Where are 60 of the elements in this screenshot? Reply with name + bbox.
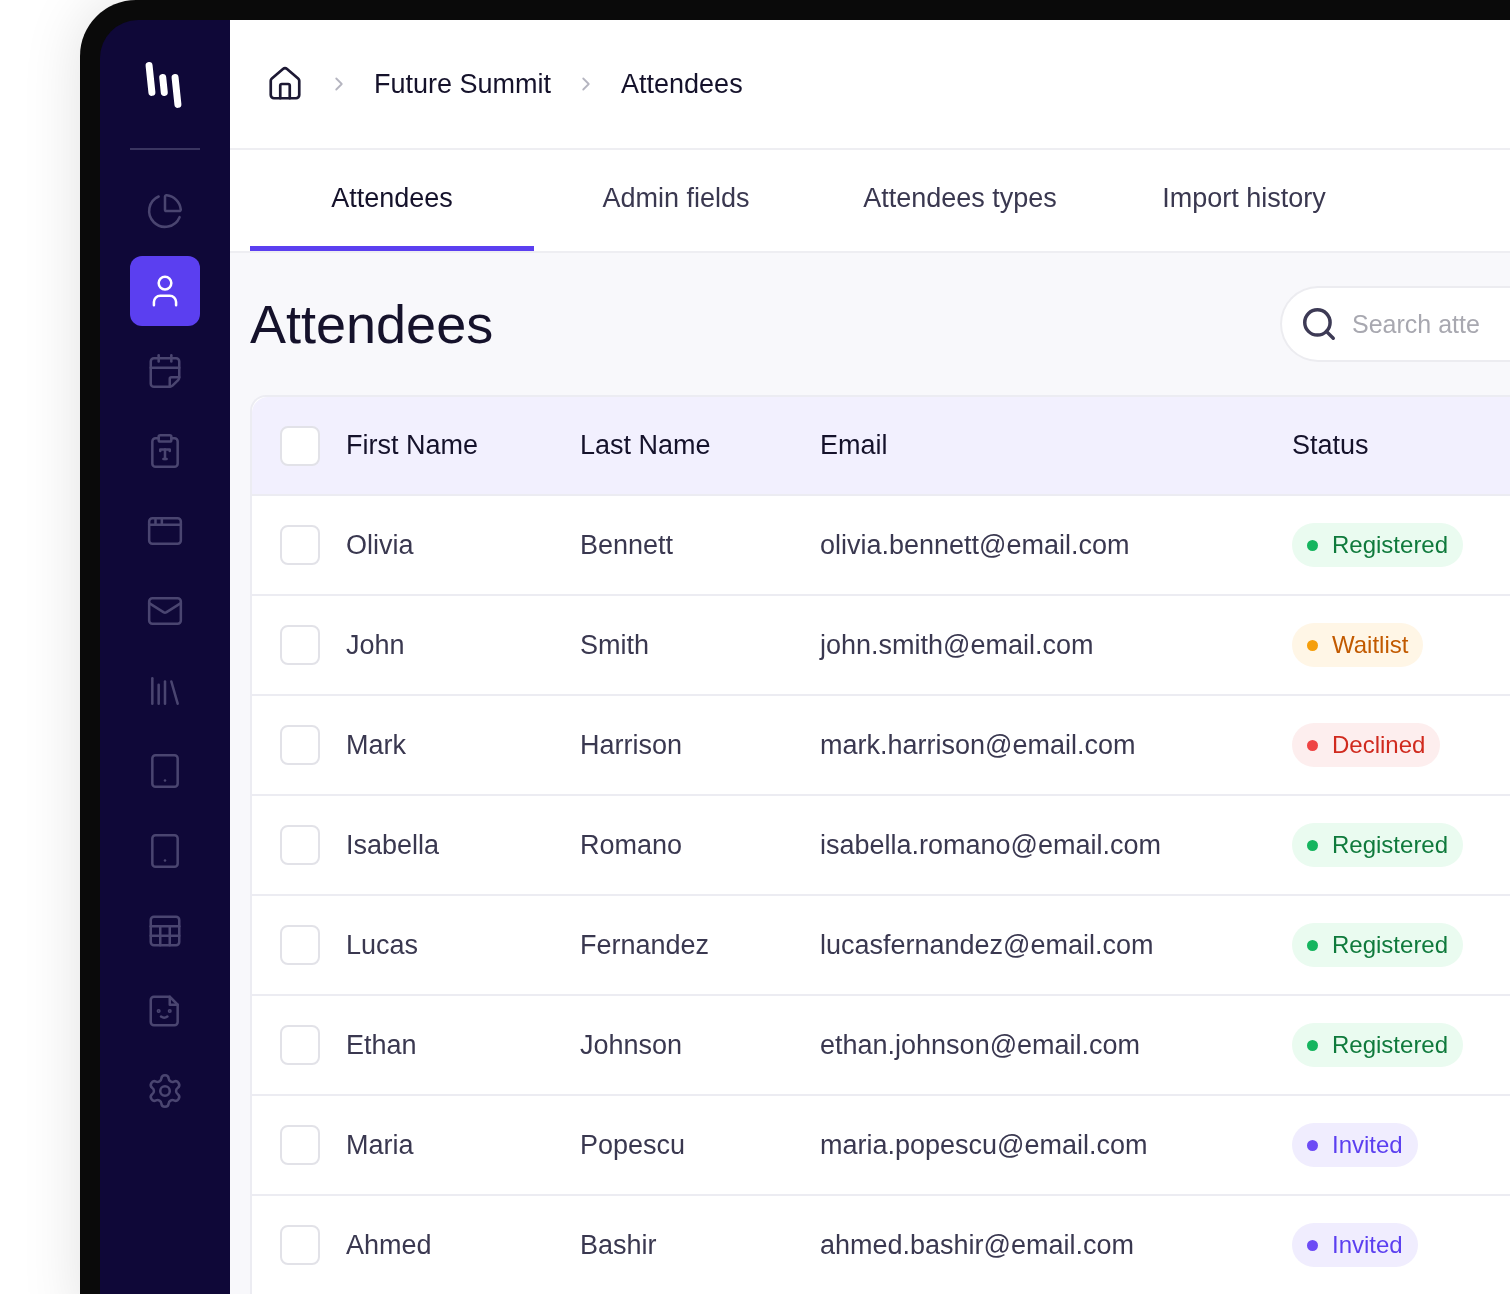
home-icon[interactable] — [266, 65, 304, 103]
sidebar-item[interactable] — [130, 256, 200, 326]
checkbox[interactable] — [280, 925, 320, 965]
checkbox[interactable] — [280, 725, 320, 765]
table-cell: Maria — [346, 1129, 414, 1160]
tab[interactable]: Admin fields — [534, 150, 818, 251]
table-cell: ahmed.bashir@email.com — [820, 1229, 1135, 1260]
table-cell: Lucas — [346, 929, 419, 960]
table-cell: olivia.bennett@email.com — [820, 529, 1130, 560]
tab[interactable]: Import history — [1102, 150, 1386, 251]
breadcrumb-item[interactable]: Future Summit — [374, 63, 552, 105]
breadcrumb-item[interactable]: Attendees — [621, 63, 743, 105]
status-badge: Invited — [1292, 1123, 1418, 1167]
search-field[interactable]: Search atte — [1280, 286, 1510, 362]
status-badge: Registered — [1292, 523, 1464, 567]
table-cell: maria.popescu@email.com — [820, 1129, 1148, 1160]
status-badge: Registered — [1292, 823, 1464, 867]
table-cell: John — [346, 629, 405, 660]
tab[interactable]: Attendees — [250, 150, 534, 251]
calendar-icon — [146, 352, 184, 390]
column-header[interactable]: Email — [820, 430, 888, 461]
status-badge: Registered — [1292, 1023, 1464, 1067]
checkbox[interactable] — [280, 1025, 320, 1065]
pie-chart-icon — [146, 192, 184, 230]
column-header[interactable]: Last Name — [580, 430, 711, 461]
checkbox[interactable] — [280, 525, 320, 565]
checkbox[interactable] — [280, 825, 320, 865]
search-icon — [1300, 305, 1338, 343]
status-badge: Invited — [1292, 1223, 1418, 1267]
table-cell: Ahmed — [346, 1229, 432, 1260]
table-cell: isabella.romano@email.com — [820, 829, 1162, 860]
table-cell: lucasfernandez@email.com — [820, 929, 1154, 960]
table-cell: Bashir — [580, 1229, 657, 1260]
table-cell: Johnson — [580, 1029, 683, 1060]
status-badge: Declined — [1292, 723, 1441, 767]
table-cell: Mark — [346, 729, 406, 760]
table-cell: Bennett — [580, 529, 674, 560]
table-cell: Popescu — [580, 1129, 686, 1160]
status-badge: Waitlist — [1292, 623, 1424, 667]
table-cell: Smith — [580, 629, 650, 660]
table-cell: Fernandez — [580, 929, 710, 960]
table-cell: Harrison — [580, 729, 683, 760]
checkbox[interactable] — [280, 1125, 320, 1165]
settings-icon — [146, 1072, 184, 1110]
table-cell: Romano — [580, 829, 683, 860]
table-cell: Ethan — [346, 1029, 417, 1060]
table-cell: mark.harrison@email.com — [820, 729, 1136, 760]
checkbox[interactable] — [280, 1225, 320, 1265]
table-cell: john.smith@email.com — [820, 629, 1094, 660]
table-cell: ethan.johnson@email.com — [820, 1029, 1141, 1060]
checkbox[interactable] — [280, 425, 320, 466]
table-cell: Isabella — [346, 829, 440, 860]
status-badge: Registered — [1292, 923, 1464, 967]
column-header[interactable]: Status — [1292, 430, 1369, 461]
table-icon — [146, 912, 184, 950]
tab[interactable]: Attendees types — [818, 150, 1102, 251]
column-header[interactable]: First Name — [346, 430, 478, 461]
table-cell: Olivia — [346, 529, 414, 560]
page-title: Attendees — [250, 292, 494, 356]
checkbox[interactable] — [280, 625, 320, 665]
